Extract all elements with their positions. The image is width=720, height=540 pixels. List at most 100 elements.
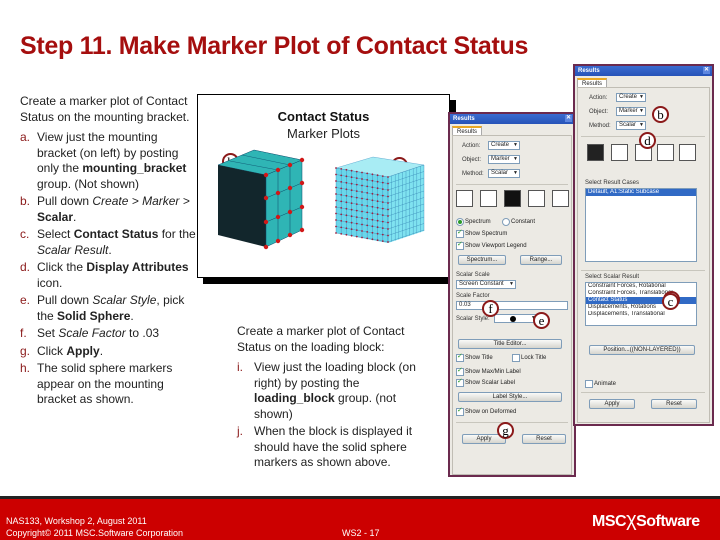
position-button[interactable]: Position...((NON-LAYERED)) (589, 345, 695, 355)
result-case-item[interactable]: Default, A1:Static Subcase (586, 189, 696, 196)
contact-marker (335, 186, 337, 189)
contact-marker (345, 201, 348, 204)
select-results-icon[interactable] (456, 190, 473, 207)
action-dropdown[interactable]: Create ▼ (616, 93, 646, 102)
target-entities-icon[interactable] (480, 190, 497, 207)
step-letter: g. (20, 343, 31, 358)
show-title-checkbox[interactable]: Show Title (456, 353, 493, 362)
callout-c-side: c (662, 293, 679, 310)
contact-marker (340, 220, 343, 222)
reset-button[interactable]: Reset (651, 399, 697, 409)
result-cases-listbox[interactable]: Default, A1:Static Subcase (585, 188, 697, 262)
contact-marker (345, 175, 348, 178)
contact-marker (361, 191, 363, 193)
show-viewport-legend-checkbox[interactable]: Show Viewport Legend (456, 241, 527, 250)
plot-options-icon[interactable] (657, 144, 674, 161)
display-attributes-icon[interactable] (504, 190, 521, 207)
animation-options-icon[interactable] (679, 144, 696, 161)
show-scalar-label-checkbox[interactable]: Show Scalar Label (456, 378, 515, 387)
object-dropdown[interactable]: Marker ▼ (488, 155, 520, 164)
spectrum-radio[interactable]: Spectrum (456, 218, 491, 226)
spectrum-button[interactable]: Spectrum... (458, 255, 506, 265)
scalar-result-label: Select Scalar Result (585, 274, 640, 280)
step-text: Click (37, 343, 67, 358)
title-editor-button[interactable]: Title Editor... (458, 339, 562, 349)
show-on-deformed-checkbox[interactable]: Show on Deformed (456, 407, 516, 416)
contact-marker (366, 231, 369, 233)
show-spectrum-checkbox[interactable]: Show Spectrum (456, 229, 507, 238)
contact-marker (371, 192, 374, 195)
contact-marker (345, 214, 348, 217)
contact-marker (366, 198, 369, 201)
close-icon[interactable]: ✕ (703, 67, 710, 74)
plot-options-icon[interactable] (528, 190, 545, 207)
contact-marker (361, 223, 363, 226)
step-text: Apply (66, 343, 100, 358)
show-maxmin-label-checkbox[interactable]: Show Max/Min Label (456, 367, 521, 376)
contact-marker (376, 213, 379, 216)
reset-button[interactable]: Reset (522, 434, 566, 444)
scalar-result-listbox[interactable]: Constraint Forces, Rotational Constraint … (585, 282, 697, 326)
contact-marker (263, 172, 269, 178)
target-entities-icon[interactable] (611, 144, 628, 161)
contact-marker (387, 182, 389, 185)
close-icon[interactable]: ✕ (565, 115, 572, 122)
animate-checkbox[interactable]: Animate (585, 380, 616, 388)
step-text: Create > Marker > (92, 194, 190, 208)
contact-marker (287, 232, 293, 238)
lock-title-checkbox[interactable]: Lock Title (512, 354, 546, 362)
contact-marker (335, 232, 337, 234)
contact-marker (340, 200, 343, 203)
scalar-style-dropdown[interactable]: ▼ (494, 314, 538, 323)
contact-marker (340, 226, 343, 229)
contact-marker (366, 185, 369, 188)
chevron-down-icon: ▼ (509, 281, 514, 287)
window-title: Results (453, 116, 475, 122)
contact-marker (366, 211, 369, 214)
constant-radio[interactable]: Constant (502, 218, 535, 226)
object-label: Object: (462, 157, 482, 163)
contact-marker (387, 234, 389, 237)
scale-factor-input[interactable]: 0.03 (456, 301, 568, 310)
step-text: Set (37, 326, 59, 340)
contact-marker (366, 179, 369, 181)
scalar-result-item[interactable]: Displacements, Translational (586, 311, 696, 318)
step-letter: b. (20, 194, 31, 208)
contact-marker (350, 189, 353, 192)
figure-graphics (217, 149, 425, 250)
step-text: View just the loading block (on right) b… (254, 360, 416, 390)
scalar-scale-dropdown[interactable]: Screen Constant ▼ (456, 280, 516, 289)
label-style-button[interactable]: Label Style... (458, 392, 562, 402)
method-label: Method: (589, 123, 611, 129)
contact-marker (381, 220, 384, 223)
contact-marker (376, 180, 379, 183)
contact-marker (335, 219, 337, 221)
contact-marker (381, 194, 384, 197)
contact-marker (376, 174, 379, 177)
method-dropdown[interactable]: Scalar ▼ (616, 121, 646, 130)
scalar-result-item[interactable]: Displacements, Rotations (586, 304, 696, 311)
left-step: f. Set Scale Factor to .03 (20, 326, 200, 342)
method-dropdown[interactable]: Scalar ▼ (488, 169, 520, 178)
contact-marker (371, 173, 374, 176)
contact-marker (387, 221, 389, 224)
animation-options-icon[interactable] (552, 190, 569, 207)
contact-marker (335, 167, 337, 169)
callout-g: g (497, 422, 514, 439)
scalar-result-item[interactable]: Constraint Forces, Rotational (586, 283, 696, 290)
contact-marker (335, 212, 337, 215)
apply-button[interactable]: Apply (589, 399, 635, 409)
left-instructions: Create a marker plot of Contact Status o… (20, 94, 200, 410)
step-text: . (99, 343, 104, 358)
contact-marker (345, 188, 348, 191)
action-value: Create (619, 94, 638, 100)
contact-marker (371, 179, 374, 182)
contact-marker (287, 162, 293, 168)
solid-sphere-icon (510, 316, 516, 322)
contact-marker (340, 194, 343, 196)
select-results-icon[interactable] (587, 144, 604, 161)
range-button[interactable]: Range... (520, 255, 562, 265)
contact-marker (350, 234, 353, 237)
action-dropdown[interactable]: Create ▼ (488, 141, 520, 150)
object-dropdown[interactable]: Marker ▼ (616, 107, 646, 116)
